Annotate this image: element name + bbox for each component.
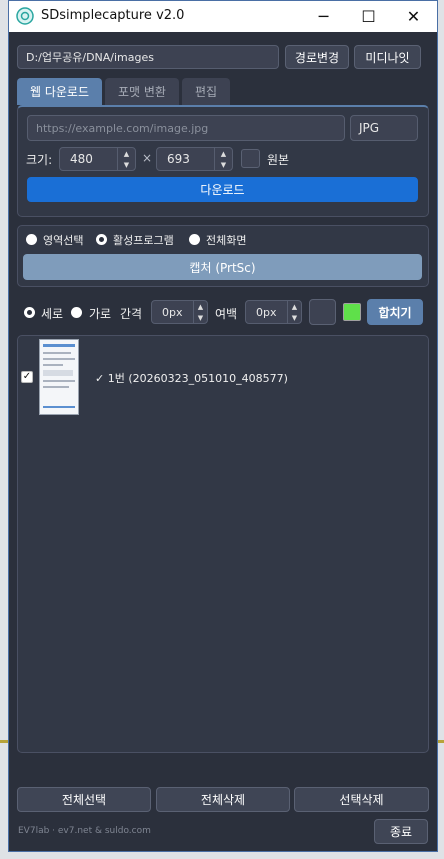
merge-button[interactable]: 합치기 (367, 299, 423, 325)
margin-value: 0px (256, 306, 277, 319)
height-value: 693 (167, 152, 190, 166)
close-icon: ✕ (406, 7, 421, 26)
maximize-button[interactable]: ☐ (346, 1, 391, 32)
original-checkbox[interactable] (241, 149, 260, 168)
gap-spinner[interactable]: 0px ▲ ▼ (151, 300, 208, 324)
change-path-button[interactable]: 경로변경 (285, 45, 349, 69)
minimize-button[interactable]: ─ (301, 1, 346, 32)
gap-spin-arrows[interactable]: ▲ ▼ (193, 301, 207, 323)
width-value: 480 (70, 152, 93, 166)
width-spin-arrows[interactable]: ▲ ▼ (117, 148, 135, 170)
original-label: 원본 (267, 153, 290, 167)
camera-app-icon (16, 7, 34, 25)
height-spinner[interactable]: 693 ▲ ▼ (156, 147, 233, 171)
width-spinner[interactable]: 480 ▲ ▼ (59, 147, 136, 171)
delete-all-label: 전체삭제 (200, 793, 246, 807)
format-select[interactable]: JPG (350, 115, 418, 141)
media-label: 미디나잇 (365, 50, 410, 65)
margin-spin-arrows[interactable]: ▲ ▼ (287, 301, 301, 323)
download-button[interactable]: 다운로드 (27, 177, 418, 202)
margin-label: 여백 (215, 307, 238, 321)
media-button[interactable]: 미디나잇 (354, 45, 421, 69)
orientation-vertical-label: 세로 (41, 307, 64, 321)
close-button[interactable]: ✕ (391, 1, 436, 32)
select-all-button[interactable]: 전체선택 (17, 787, 151, 812)
tab-web-download[interactable]: 웹 다운로드 (17, 78, 102, 105)
url-input[interactable]: https://example.com/image.jpg (27, 115, 345, 141)
merge-label: 합치기 (378, 305, 412, 320)
tab-label: 웹 다운로드 (29, 85, 89, 99)
select-all-label: 전체선택 (61, 793, 107, 807)
delete-selected-button[interactable]: 선택삭제 (294, 787, 429, 812)
bg-color-button[interactable] (309, 299, 336, 325)
credits-text: EV7lab · ev7.net & suldo.com (18, 826, 151, 836)
mode-fullscreen-radio[interactable] (189, 234, 200, 245)
download-label: 다운로드 (200, 183, 245, 197)
orientation-horizontal-radio[interactable] (71, 307, 82, 318)
gap-label: 간격 (120, 307, 143, 321)
mode-region-radio[interactable] (26, 234, 37, 245)
tab-format-convert[interactable]: 포맷 변환 (105, 78, 179, 105)
tab-label: 편집 (194, 85, 218, 99)
change-path-label: 경로변경 (294, 50, 340, 65)
path-field[interactable]: D:/업무공유/DNA/images (17, 45, 279, 69)
mode-fullscreen-label: 전체화면 (206, 234, 247, 247)
mode-region-label: 영역선택 (43, 234, 84, 247)
tab-label: 포맷 변환 (118, 85, 166, 99)
format-value: JPG (359, 121, 380, 135)
path-value: D:/업무공유/DNA/images (26, 51, 154, 64)
exit-button[interactable]: 종료 (374, 819, 428, 844)
orientation-horizontal-label: 가로 (89, 307, 112, 321)
mode-active-label: 활성프로그램 (113, 234, 174, 247)
color-swatch[interactable] (343, 303, 361, 321)
maximize-icon: ☐ (361, 7, 376, 26)
item-checkbox[interactable]: ✓ (21, 371, 33, 383)
item-label: ✓ 1번 (20260323_051010_408577) (95, 372, 288, 385)
tab-edit[interactable]: 편집 (182, 78, 230, 105)
mode-active-radio[interactable] (96, 234, 107, 245)
margin-spinner[interactable]: 0px ▲ ▼ (245, 300, 302, 324)
title-bar[interactable]: SDsimplecapture v2.0 ─ ☐ ✕ (9, 1, 437, 32)
app-window: SDsimplecapture v2.0 ─ ☐ ✕ D:/업무공유/DNA/i… (8, 0, 438, 852)
orientation-vertical-radio[interactable] (24, 307, 35, 318)
times-sign: × (142, 151, 153, 165)
height-spin-arrows[interactable]: ▲ ▼ (214, 148, 232, 170)
capture-button[interactable]: 캡처 (PrtSc) (23, 254, 422, 280)
delete-all-button[interactable]: 전체삭제 (156, 787, 290, 812)
url-placeholder: https://example.com/image.jpg (36, 121, 209, 135)
capture-label: 캡처 (PrtSc) (189, 260, 256, 275)
exit-label: 종료 (389, 825, 413, 839)
minimize-icon: ─ (318, 7, 329, 26)
delete-selected-label: 선택삭제 (339, 793, 384, 807)
thumbnail (39, 339, 79, 415)
size-label: 크기: (26, 153, 53, 167)
gap-value: 0px (162, 306, 183, 319)
list-item[interactable]: ✓ ✓ 1번 (20260323_051010_408577) (21, 339, 421, 417)
window-title: SDsimplecapture v2.0 (41, 8, 185, 23)
